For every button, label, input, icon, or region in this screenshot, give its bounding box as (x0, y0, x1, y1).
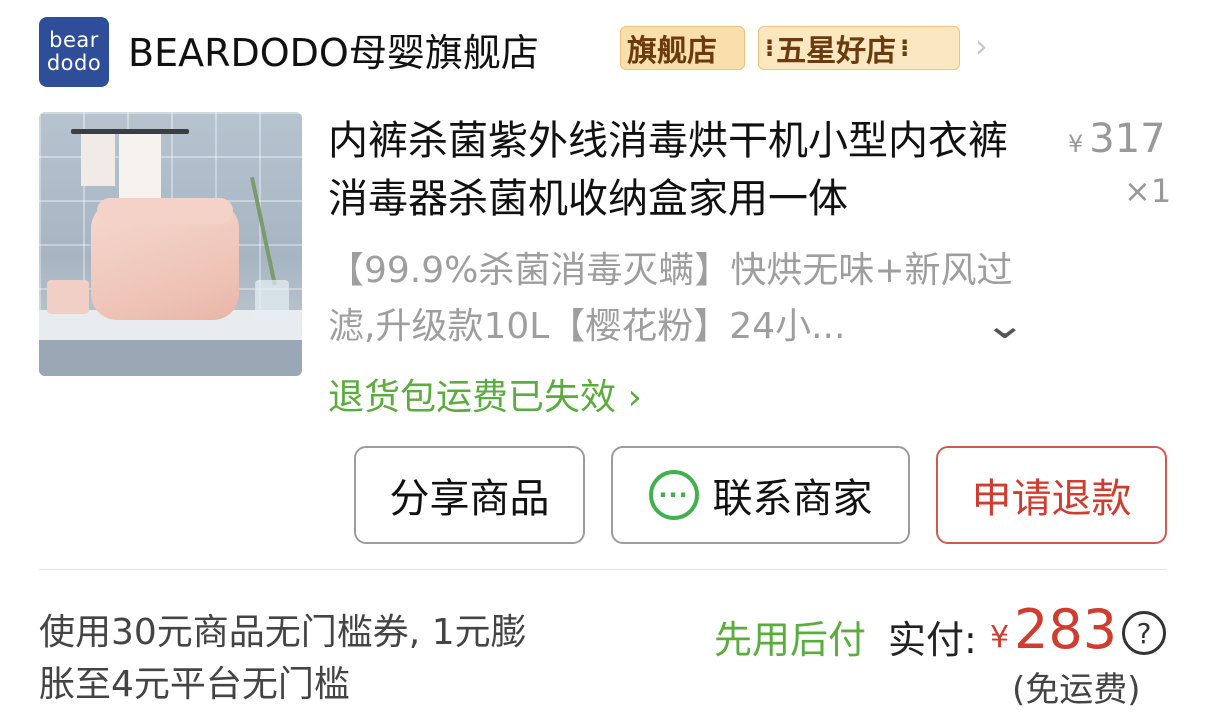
product-image[interactable] (39, 112, 302, 376)
store-chevron-icon[interactable]: › (975, 27, 988, 65)
five-star-badge-label: 五星好店 (776, 34, 897, 69)
coupon-note: 使用30元商品无门槛券, 1元膨胀至4元平台无门槛 (39, 612, 527, 705)
five-star-badge: ⁝ 五星好店 ⁝ (758, 26, 960, 70)
price-value: 317 (1089, 116, 1166, 162)
request-refund-button[interactable]: 申请退款 (936, 446, 1167, 544)
request-refund-label: 申请退款 (971, 476, 1132, 522)
paid-currency: ¥ (990, 620, 1010, 655)
store-logo-text-top: bear (49, 28, 99, 52)
product-title[interactable]: 内裤杀菌紫外线消毒烘干机小型内衣裤消毒器杀菌机收纳盒家用一体 (328, 112, 1028, 228)
chevron-down-icon[interactable]: ⌄ (983, 302, 1027, 348)
contact-seller-button[interactable]: ··· 联系商家 (611, 446, 910, 544)
product-quantity: ×1 (1124, 172, 1172, 210)
return-shipping-note[interactable]: 退货包运费已失效 › (328, 368, 642, 420)
flagship-badge: 旗舰店 (620, 26, 745, 70)
share-product-button[interactable]: 分享商品 (354, 446, 585, 544)
contact-seller-label: 联系商家 (712, 476, 873, 522)
product-price: ¥317 (1068, 116, 1166, 162)
laurel-right-icon: ⁝ (900, 34, 910, 62)
divider (39, 569, 1167, 570)
pay-later-label[interactable]: 先用后付 (714, 609, 866, 664)
price-currency: ¥ (1068, 130, 1084, 158)
chat-bubble-icon: ··· (648, 470, 699, 520)
flagship-badge-label: 旗舰店 (627, 34, 717, 69)
freight-note: (免运费) (1012, 670, 1141, 710)
store-name[interactable]: BEARDODO母婴旗舰店 (128, 22, 539, 77)
paid-label: 实付: (888, 618, 977, 662)
laurel-left-icon: ⁝ (765, 34, 775, 62)
paid-amount: 283 (1014, 598, 1118, 661)
help-icon[interactable]: ? (1122, 611, 1166, 655)
share-product-label: 分享商品 (389, 476, 550, 522)
product-sku[interactable]: 【99.9%杀菌消毒灭螨】快烘无味+新风过滤,升级款10L【樱花粉】24小... (328, 243, 1028, 355)
store-logo-text-bottom: dodo (46, 51, 102, 75)
store-logo[interactable]: bear dodo (39, 17, 109, 87)
